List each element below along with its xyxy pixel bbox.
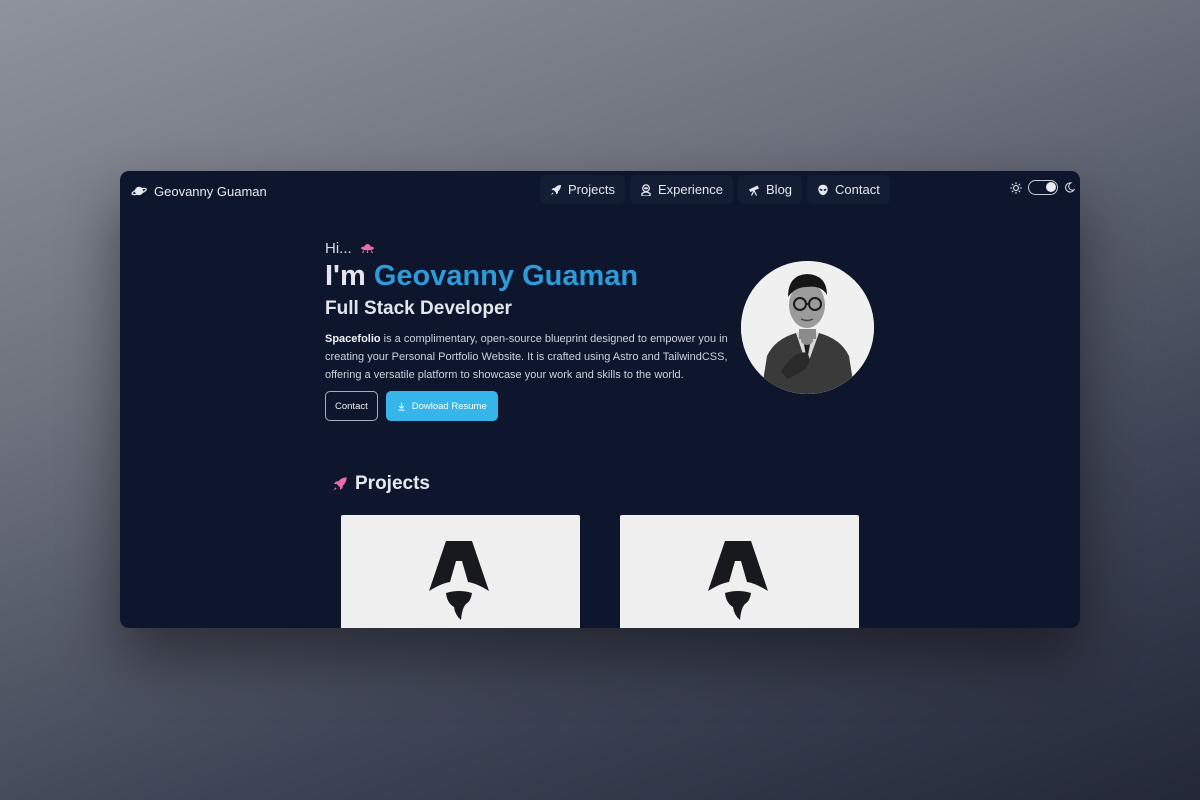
browser-window: Geovanny Guaman Projects Experience Blog… [120,171,1080,628]
rocket-icon [551,184,561,195]
contact-button[interactable]: Contact [325,391,378,421]
im-text: I'm [325,260,366,292]
hero-name: Geovanny Guaman [373,260,639,292]
greeting-text: Hi... [325,239,352,257]
hero-heading: I'm Geovanny Guaman [325,259,745,293]
hero-section: Hi... I'm Geovanny Guaman Full Stack Dev… [325,237,745,421]
nav-label: Blog [766,182,793,197]
project-card[interactable] [341,515,580,628]
avatar [741,261,874,394]
telescope-icon [749,185,760,196]
astro-logo-icon [429,541,489,620]
nav-item-blog[interactable]: Blog [738,175,803,204]
sun-icon[interactable] [1010,181,1022,194]
astro-logo-icon [708,541,768,620]
toggle-knob [1046,182,1056,192]
nav-item-experience[interactable]: Experience [629,175,734,204]
main-nav: Projects Experience Blog Contact [540,175,890,205]
hero-actions: Contact Dowload Resume [325,391,745,421]
download-resume-button[interactable]: Dowload Resume [385,391,498,421]
moon-icon[interactable] [1064,182,1075,193]
project-card[interactable] [620,515,859,628]
rocket-icon [333,477,347,491]
nav-item-projects[interactable]: Projects [540,175,625,204]
hero-description: Spacefolio is a complimentary, open-sour… [325,330,737,384]
description-text: is a complimentary, open-source blueprin… [325,333,728,381]
nav-label: Projects [568,182,615,197]
brand-name: Geovanny Guaman [154,183,267,199]
projects-title: Projects [355,473,430,494]
brand[interactable]: Geovanny Guaman [131,181,267,201]
nav-label: Contact [835,182,880,197]
profile-photo [741,261,874,394]
theme-switcher [1010,180,1075,195]
ufo-icon [360,244,374,254]
projects-heading: Projects [332,473,430,495]
nav-item-contact[interactable]: Contact [807,175,890,204]
astronaut-icon [641,183,651,196]
hero-role: Full Stack Developer [325,298,512,319]
download-icon [398,402,405,411]
alien-icon [818,184,828,195]
contact-button-label: Contact [335,400,368,412]
description-bold: Spacefolio [325,333,381,345]
resume-button-label: Dowload Resume [411,400,487,412]
nav-label: Experience [657,182,724,197]
planet-icon [131,186,147,196]
theme-toggle[interactable] [1028,180,1058,195]
greeting: Hi... [325,237,745,259]
